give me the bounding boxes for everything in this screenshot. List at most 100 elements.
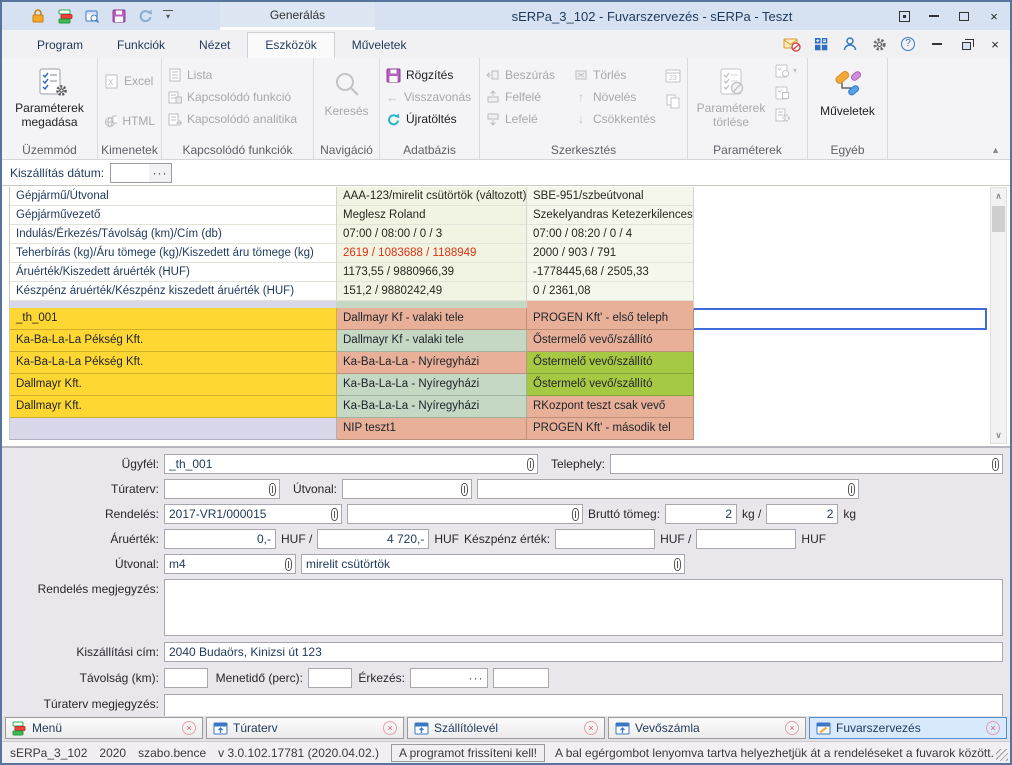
excel-button[interactable]: X Excel bbox=[100, 70, 159, 92]
ribbon-context-tab[interactable]: Generálás bbox=[220, 2, 375, 30]
param-save-icon-button[interactable] bbox=[775, 64, 790, 81]
paperclip-lookup-icon[interactable] bbox=[568, 506, 582, 522]
muveletek-button[interactable]: Műveletek bbox=[810, 62, 885, 142]
grid-vertical-scrollbar[interactable]: ∧ ∨ bbox=[990, 187, 1007, 444]
truck2-cell[interactable]: 07:00 / 08:20 / 0 / 4 bbox=[527, 225, 694, 244]
param-load-icon-button[interactable] bbox=[775, 86, 790, 103]
aruertek-input2[interactable] bbox=[318, 532, 428, 546]
tab-close-icon[interactable]: × bbox=[584, 721, 598, 735]
tab-close-icon[interactable]: × bbox=[182, 721, 196, 735]
refresh-icon[interactable] bbox=[136, 6, 156, 26]
partner-cell[interactable]: RKozpont teszt csak vevő bbox=[527, 396, 694, 418]
paperclip-lookup-icon[interactable] bbox=[457, 481, 471, 497]
keszpenz-input2[interactable] bbox=[697, 532, 795, 546]
noveles-button[interactable]: ↑ Növelés bbox=[570, 86, 662, 108]
customer-cell[interactable]: _th_001 bbox=[10, 308, 337, 330]
tab-turaterv[interactable]: Túraterv × bbox=[206, 717, 404, 739]
kiszallitas-datum-input[interactable] bbox=[111, 164, 149, 182]
menu-layers-icon[interactable] bbox=[55, 6, 75, 26]
tab-szallitolevel[interactable]: Szállítólevél × bbox=[407, 717, 605, 739]
tab-muveletek[interactable]: Műveletek bbox=[335, 33, 424, 58]
copy-icon-button[interactable] bbox=[665, 94, 681, 112]
truck2-cell[interactable]: SBE-951/szbeútvonal bbox=[527, 187, 694, 206]
tab-fuvarszervezes[interactable]: Fuvarszervezés × bbox=[809, 717, 1007, 739]
tab-funkciok[interactable]: Funkciók bbox=[100, 33, 182, 58]
mdi-restore-button[interactable] bbox=[957, 35, 975, 53]
partner-cell[interactable]: Őstermelő vevő/szállító bbox=[527, 374, 694, 396]
user-icon[interactable] bbox=[841, 35, 859, 53]
route-cell[interactable]: Ka-Ba-La-La - Nyíregyházi bbox=[337, 352, 527, 374]
truck1-overweight-cell[interactable]: 2619 / 1083688 / 1188949 bbox=[337, 244, 527, 263]
truck2-cell[interactable]: 0 / 2361,08 bbox=[527, 282, 694, 301]
utvonal2-name-input[interactable] bbox=[302, 557, 670, 571]
truck2-cell[interactable]: Szekelyandras Ketezerkilences bbox=[527, 206, 694, 225]
tab-close-icon[interactable]: × bbox=[785, 721, 799, 735]
telephely-input[interactable] bbox=[611, 457, 988, 471]
kapcsolodo-analitika-button[interactable]: Kapcsolódó analitika bbox=[164, 108, 311, 130]
mail-warning-icon[interactable] bbox=[783, 35, 801, 53]
minimize-button[interactable] bbox=[926, 8, 942, 24]
ugyfel-input[interactable] bbox=[165, 457, 523, 471]
fullscreen-button[interactable] bbox=[896, 8, 912, 24]
turaterv-megjegyzes-textarea[interactable] bbox=[164, 694, 1003, 718]
turaterv-input[interactable] bbox=[165, 482, 265, 496]
close-button[interactable]: × bbox=[986, 8, 1002, 24]
rendeles-name-input[interactable] bbox=[348, 507, 568, 521]
window-search-icon[interactable] bbox=[82, 6, 102, 26]
ujratoltes-button[interactable]: Újratöltés bbox=[382, 108, 477, 130]
truck1-cell[interactable]: 151,2 / 9880242,49 bbox=[337, 282, 527, 301]
csokkentes-button[interactable]: ↓ Csökkentés bbox=[570, 108, 662, 130]
mdi-minimize-button[interactable] bbox=[928, 35, 946, 53]
tab-nezet[interactable]: Nézet bbox=[182, 33, 247, 58]
maximize-button[interactable] bbox=[956, 8, 972, 24]
customer-cell[interactable]: Ka-Ba-La-La Pékség Kft. bbox=[10, 330, 337, 352]
rendeles-input[interactable] bbox=[165, 507, 327, 521]
lock-icon[interactable] bbox=[28, 6, 48, 26]
kereses-button[interactable]: Keresés bbox=[316, 62, 377, 142]
kapcsolodo-funkcio-button[interactable]: Kapcsolódó funkció bbox=[164, 86, 311, 108]
menetido-input[interactable] bbox=[309, 671, 351, 685]
utvonal-name-input[interactable] bbox=[478, 482, 844, 496]
felfele-button[interactable]: Felfelé bbox=[482, 86, 570, 108]
param-dropdown-caret-icon[interactable]: ▾ bbox=[793, 62, 797, 142]
tab-eszkozok[interactable]: Eszközök bbox=[247, 32, 334, 58]
erkezes-browse-button[interactable]: ··· bbox=[465, 669, 487, 687]
partner-cell[interactable]: PROGEN Kft' - második tel bbox=[527, 418, 694, 440]
visszavonas-button[interactable]: ← Visszavonás bbox=[382, 86, 477, 108]
scroll-down-arrow[interactable]: ∨ bbox=[991, 427, 1006, 443]
truck2-cell[interactable]: -1778445,68 / 2505,33 bbox=[527, 263, 694, 282]
parameterek-megadasa-button[interactable]: Paraméterek megadása bbox=[4, 62, 95, 142]
customer-cell[interactable]: Dallmayr Kft. bbox=[10, 396, 337, 418]
partner-cell[interactable]: Őstermelő vevő/szállító bbox=[527, 330, 694, 352]
paperclip-lookup-icon[interactable] bbox=[327, 506, 341, 522]
scroll-up-arrow[interactable]: ∧ bbox=[991, 188, 1006, 204]
truck2-cell[interactable]: 2000 / 903 / 791 bbox=[527, 244, 694, 263]
tab-close-icon[interactable]: × bbox=[986, 721, 1000, 735]
brutto-tomeg-input1[interactable] bbox=[666, 507, 736, 521]
kiszallitas-datum-browse-button[interactable]: ··· bbox=[149, 164, 171, 182]
save-icon[interactable] bbox=[109, 6, 129, 26]
tavolsag-input[interactable] bbox=[165, 671, 207, 685]
help-icon[interactable]: ? bbox=[899, 35, 917, 53]
customer-cell[interactable] bbox=[10, 418, 337, 440]
update-notice[interactable]: A programot frissíteni kell! bbox=[391, 744, 545, 762]
route-cell[interactable]: Ka-Ba-La-La - Nyíregyházi bbox=[337, 374, 527, 396]
truck1-cell[interactable]: 1173,55 / 9880966,39 bbox=[337, 263, 527, 282]
route-cell[interactable]: NIP teszt1 bbox=[337, 418, 527, 440]
rogzites-button[interactable]: Rögzítés bbox=[382, 64, 477, 86]
paperclip-lookup-icon[interactable] bbox=[281, 556, 295, 572]
paperclip-lookup-icon[interactable] bbox=[523, 456, 537, 472]
qat-customize-icon[interactable]: ▾ bbox=[163, 10, 173, 22]
tab-menu[interactable]: Menü × bbox=[5, 717, 203, 739]
beszuras-button[interactable]: Beszúrás bbox=[482, 64, 570, 86]
paperclip-lookup-icon[interactable] bbox=[844, 481, 858, 497]
utvonal-input[interactable] bbox=[343, 482, 457, 496]
truck1-cell[interactable]: AAA-123/mirelit csütörtök (változott) bbox=[337, 187, 527, 206]
tab-program[interactable]: Program bbox=[20, 33, 100, 58]
erkezes-input2[interactable] bbox=[494, 671, 548, 685]
customer-cell[interactable]: Ka-Ba-La-La Pékség Kft. bbox=[10, 352, 337, 374]
partner-cell[interactable]: PROGEN Kft' - első teleph bbox=[527, 308, 694, 330]
paperclip-lookup-icon[interactable] bbox=[265, 481, 279, 497]
utvonal2-code-input[interactable] bbox=[165, 557, 281, 571]
lefele-button[interactable]: Lefelé bbox=[482, 108, 570, 130]
